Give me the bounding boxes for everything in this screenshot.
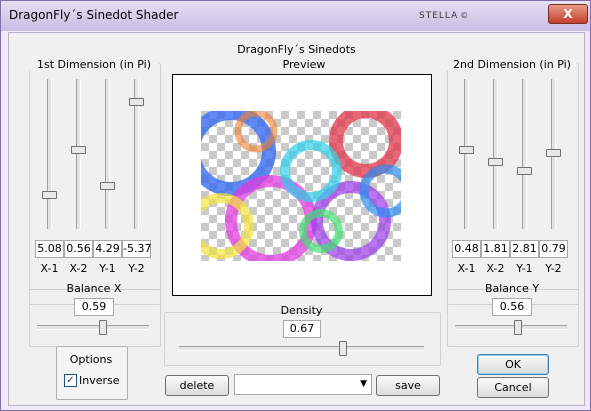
dim1-label-3: Y-1 xyxy=(99,262,116,275)
dim2-value-1[interactable]: 0.48 xyxy=(452,240,481,258)
delete-preset-button[interactable]: delete xyxy=(165,375,229,396)
options-label: Options xyxy=(69,353,113,366)
balance-y-track[interactable] xyxy=(455,325,567,330)
dim1-slider-track-2[interactable] xyxy=(76,79,81,229)
dim2-title: 2nd Dimension (in Pi) xyxy=(447,58,577,71)
dim2-slider-thumb-1[interactable] xyxy=(459,145,474,154)
dim1-value-4[interactable]: -5.37 xyxy=(122,240,151,258)
dim2-label-4: Y-2 xyxy=(545,262,562,275)
dim2-label-3: Y-1 xyxy=(516,262,533,275)
dim1-slider-thumb-2[interactable] xyxy=(71,145,86,154)
brand-logo: STELLA © xyxy=(419,11,470,21)
density-track[interactable] xyxy=(179,346,424,351)
dropdown-arrow-icon[interactable]: ▼ xyxy=(360,379,367,389)
inverse-label[interactable]: Inverse xyxy=(79,374,120,387)
dim2-label-1: X-1 xyxy=(457,262,476,275)
dim1-title: 1st Dimension (in Pi) xyxy=(29,58,159,71)
dim1-value-1[interactable]: 5.08 xyxy=(35,240,64,258)
dim1-slider-thumb-3[interactable] xyxy=(100,181,115,190)
dim2-slider-track-1[interactable] xyxy=(464,79,469,229)
dim2-slider-track-3[interactable] xyxy=(522,79,527,229)
balance-x-label: Balance X xyxy=(66,282,122,295)
density-thumb[interactable] xyxy=(339,341,348,356)
dim2-value-2[interactable]: 1.81 xyxy=(481,240,510,258)
balance-y-thumb[interactable] xyxy=(513,320,522,335)
dim1-label-1: X-1 xyxy=(40,262,59,275)
dim1-label-2: X-2 xyxy=(69,262,88,275)
dim2-value-3[interactable]: 2.81 xyxy=(510,240,539,258)
dim2-slider-thumb-2[interactable] xyxy=(488,157,503,166)
dialog-window: DragonFly´s Sinedot Shader STELLA © X Dra… xyxy=(0,0,591,411)
dim2-label-2: X-2 xyxy=(486,262,505,275)
inverse-checkbox[interactable]: ✓ xyxy=(64,374,77,387)
balance-x-thumb[interactable] xyxy=(99,320,108,335)
balance-x-track[interactable] xyxy=(37,325,149,330)
cancel-button[interactable]: Cancel xyxy=(477,377,549,398)
dim2-value-4[interactable]: 0.79 xyxy=(539,240,568,258)
dim1-slider-track-3[interactable] xyxy=(105,79,110,229)
dim2-slider-track-2[interactable] xyxy=(493,79,498,229)
preview-image xyxy=(201,111,401,261)
dim1-slider-track-1[interactable] xyxy=(47,79,52,229)
dim2-slider-thumb-3[interactable] xyxy=(517,166,532,175)
sinedots-group-title: DragonFly´s Sinedots xyxy=(237,43,356,56)
title-bar[interactable]: DragonFly´s Sinedot Shader STELLA © X xyxy=(1,1,590,31)
preview-frame xyxy=(172,74,432,296)
density-value[interactable]: 0.67 xyxy=(283,320,321,338)
close-button[interactable]: X xyxy=(548,4,588,24)
ok-button[interactable]: OK xyxy=(477,354,549,375)
dim1-slider-thumb-4[interactable] xyxy=(129,97,144,106)
dialog-client-area: DragonFly´s Sinedots 1st Dimension (in P… xyxy=(8,32,585,406)
density-label: Density xyxy=(280,304,323,317)
window-title: DragonFly´s Sinedot Shader xyxy=(9,8,179,22)
dim1-slider-thumb-1[interactable] xyxy=(42,190,57,199)
balance-y-value[interactable]: 0.56 xyxy=(492,298,532,316)
preset-select[interactable]: ▼ xyxy=(234,374,372,395)
dim1-value-2[interactable]: 0.56 xyxy=(64,240,93,258)
dim1-value-3[interactable]: 4.29 xyxy=(93,240,122,258)
dim2-slider-thumb-4[interactable] xyxy=(546,148,561,157)
balance-x-value[interactable]: 0.59 xyxy=(74,298,114,316)
dim1-label-4: Y-2 xyxy=(128,262,145,275)
save-preset-button[interactable]: save xyxy=(376,375,440,396)
preview-label: Preview xyxy=(282,58,326,71)
balance-y-label: Balance Y xyxy=(484,282,540,295)
